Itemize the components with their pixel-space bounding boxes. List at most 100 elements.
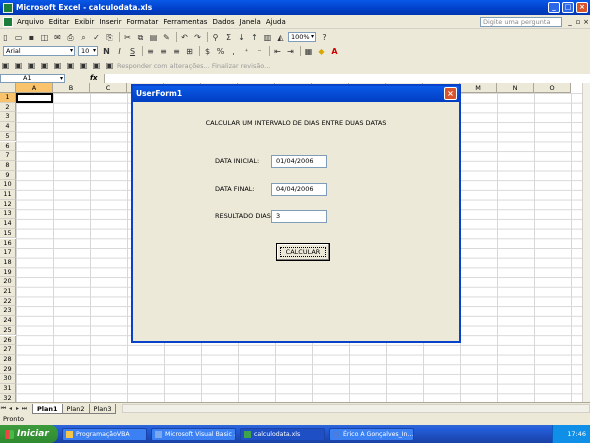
- currency-icon[interactable]: $: [202, 46, 213, 57]
- row-header-4[interactable]: 4: [0, 122, 16, 132]
- review-icon-1[interactable]: ▣: [0, 60, 11, 71]
- row-header-12[interactable]: 12: [0, 199, 16, 210]
- review-icon-2[interactable]: ▣: [13, 60, 24, 71]
- taskbar-item-document[interactable]: Érico A Gonçalves_In...: [329, 427, 414, 441]
- review-icon-3[interactable]: ▣: [26, 60, 37, 71]
- email-icon[interactable]: ✉: [52, 32, 63, 43]
- row-header-8[interactable]: 8: [0, 160, 16, 171]
- close-window-button[interactable]: ×: [576, 2, 588, 13]
- fx-icon[interactable]: fx: [90, 74, 98, 82]
- row-header-21[interactable]: 21: [0, 287, 16, 297]
- row-header-19[interactable]: 19: [0, 267, 16, 278]
- font-color-icon[interactable]: A: [329, 46, 340, 57]
- percent-icon[interactable]: %: [215, 46, 226, 57]
- prev-sheet-icon[interactable]: ◂: [7, 405, 14, 412]
- data-final-input[interactable]: 04/04/2006: [271, 183, 327, 196]
- data-inicial-input[interactable]: 01/04/2006: [271, 155, 327, 168]
- menu-formatar[interactable]: Formatar: [126, 18, 163, 26]
- doc-close-button[interactable]: ×: [582, 18, 590, 26]
- align-left-icon[interactable]: ≡: [145, 46, 156, 57]
- row-header-22[interactable]: 22: [0, 296, 16, 307]
- next-sheet-icon[interactable]: ▸: [14, 405, 21, 412]
- column-header-n[interactable]: N: [497, 83, 534, 93]
- increase-indent-icon[interactable]: ⇥: [285, 46, 296, 57]
- minimize-button[interactable]: _: [548, 2, 560, 13]
- merge-center-icon[interactable]: ⊞: [184, 46, 195, 57]
- taskbar-item-excel[interactable]: calculodata.xls: [240, 427, 325, 441]
- system-tray-clock[interactable]: 17:46: [552, 425, 590, 443]
- resultado-dias-input[interactable]: 3: [271, 210, 327, 223]
- row-header-31[interactable]: 31: [0, 384, 16, 394]
- userform-close-button[interactable]: ×: [444, 87, 457, 100]
- drawing-icon[interactable]: ◭: [275, 32, 286, 43]
- menu-editar[interactable]: Editar: [49, 18, 75, 26]
- row-header-27[interactable]: 27: [0, 345, 16, 355]
- row-header-7[interactable]: 7: [0, 151, 16, 161]
- maximize-button[interactable]: □: [562, 2, 574, 13]
- open-icon[interactable]: ▭: [13, 32, 24, 43]
- increase-decimal-icon[interactable]: ⁺: [241, 46, 252, 57]
- copy-icon[interactable]: ⧉: [135, 32, 146, 43]
- row-header-24[interactable]: 24: [0, 316, 16, 326]
- row-header-30[interactable]: 30: [0, 374, 16, 384]
- row-header-23[interactable]: 23: [0, 306, 16, 317]
- redo-icon[interactable]: ↷: [192, 32, 203, 43]
- start-button[interactable]: Iniciar: [0, 425, 58, 443]
- decrease-indent-icon[interactable]: ⇤: [272, 46, 283, 57]
- doc-minimize-button[interactable]: _: [566, 18, 574, 26]
- align-right-icon[interactable]: ≡: [171, 46, 182, 57]
- menu-ferramentas[interactable]: Ferramentas: [163, 18, 212, 26]
- paste-icon[interactable]: ▤: [148, 32, 159, 43]
- font-name-select[interactable]: Arial: [3, 46, 75, 56]
- hyperlink-icon[interactable]: ⚲: [210, 32, 221, 43]
- row-header-20[interactable]: 20: [0, 277, 16, 287]
- italic-icon[interactable]: I: [114, 46, 125, 57]
- row-header-10[interactable]: 10: [0, 180, 16, 190]
- active-cell[interactable]: [16, 93, 53, 103]
- cut-icon[interactable]: ✂: [122, 32, 133, 43]
- name-box[interactable]: A1: [0, 73, 65, 83]
- column-header-b[interactable]: B: [53, 83, 90, 93]
- row-header-16[interactable]: 16: [0, 238, 16, 249]
- menu-dados[interactable]: Dados: [212, 18, 239, 26]
- row-header-15[interactable]: 15: [0, 228, 16, 239]
- save-icon[interactable]: ▪: [26, 32, 37, 43]
- sheet-tab-plan1[interactable]: Plan1: [32, 403, 63, 414]
- review-icon-7[interactable]: ▣: [78, 60, 89, 71]
- format-painter-icon[interactable]: ✎: [161, 32, 172, 43]
- column-header-m[interactable]: M: [460, 83, 497, 93]
- undo-icon[interactable]: ↶: [179, 32, 190, 43]
- row-header-6[interactable]: 6: [0, 141, 16, 152]
- menu-inserir[interactable]: Inserir: [99, 18, 126, 26]
- row-header-28[interactable]: 28: [0, 354, 16, 365]
- review-icon-8[interactable]: ▣: [91, 60, 102, 71]
- column-header-c[interactable]: C: [90, 83, 127, 93]
- menu-janela[interactable]: Janela: [240, 18, 266, 26]
- align-center-icon[interactable]: ≡: [158, 46, 169, 57]
- row-header-25[interactable]: 25: [0, 325, 16, 336]
- help-icon[interactable]: ?: [319, 32, 330, 43]
- sort-descending-icon[interactable]: ↑: [249, 32, 260, 43]
- new-icon[interactable]: ▯: [0, 32, 11, 43]
- row-header-32[interactable]: 32: [0, 393, 16, 402]
- row-header-5[interactable]: 5: [0, 131, 16, 142]
- sheet-tab-plan2[interactable]: Plan2: [61, 403, 90, 414]
- review-icon-9[interactable]: ▣: [104, 60, 115, 71]
- review-actions-text[interactable]: Responder com alterações... Finalizar re…: [117, 62, 270, 70]
- calcular-button[interactable]: CALCULAR: [276, 243, 330, 261]
- last-sheet-icon[interactable]: ⏭: [21, 405, 28, 413]
- print-preview-icon[interactable]: ⌕: [78, 32, 89, 43]
- fill-color-icon[interactable]: ◆: [316, 46, 327, 57]
- row-header-29[interactable]: 29: [0, 364, 16, 375]
- horizontal-scrollbar[interactable]: [122, 404, 590, 413]
- doc-restore-button[interactable]: ▫: [574, 18, 582, 26]
- row-header-18[interactable]: 18: [0, 257, 16, 268]
- menu-arquivo[interactable]: Arquivo: [17, 18, 49, 26]
- vertical-scrollbar[interactable]: [582, 83, 590, 402]
- column-header-a[interactable]: A: [16, 83, 53, 93]
- select-all-corner[interactable]: [0, 83, 16, 93]
- decrease-decimal-icon[interactable]: ⁻: [254, 46, 265, 57]
- autosum-icon[interactable]: Σ: [223, 32, 234, 43]
- row-header-2[interactable]: 2: [0, 102, 16, 113]
- chart-wizard-icon[interactable]: ▥: [262, 32, 273, 43]
